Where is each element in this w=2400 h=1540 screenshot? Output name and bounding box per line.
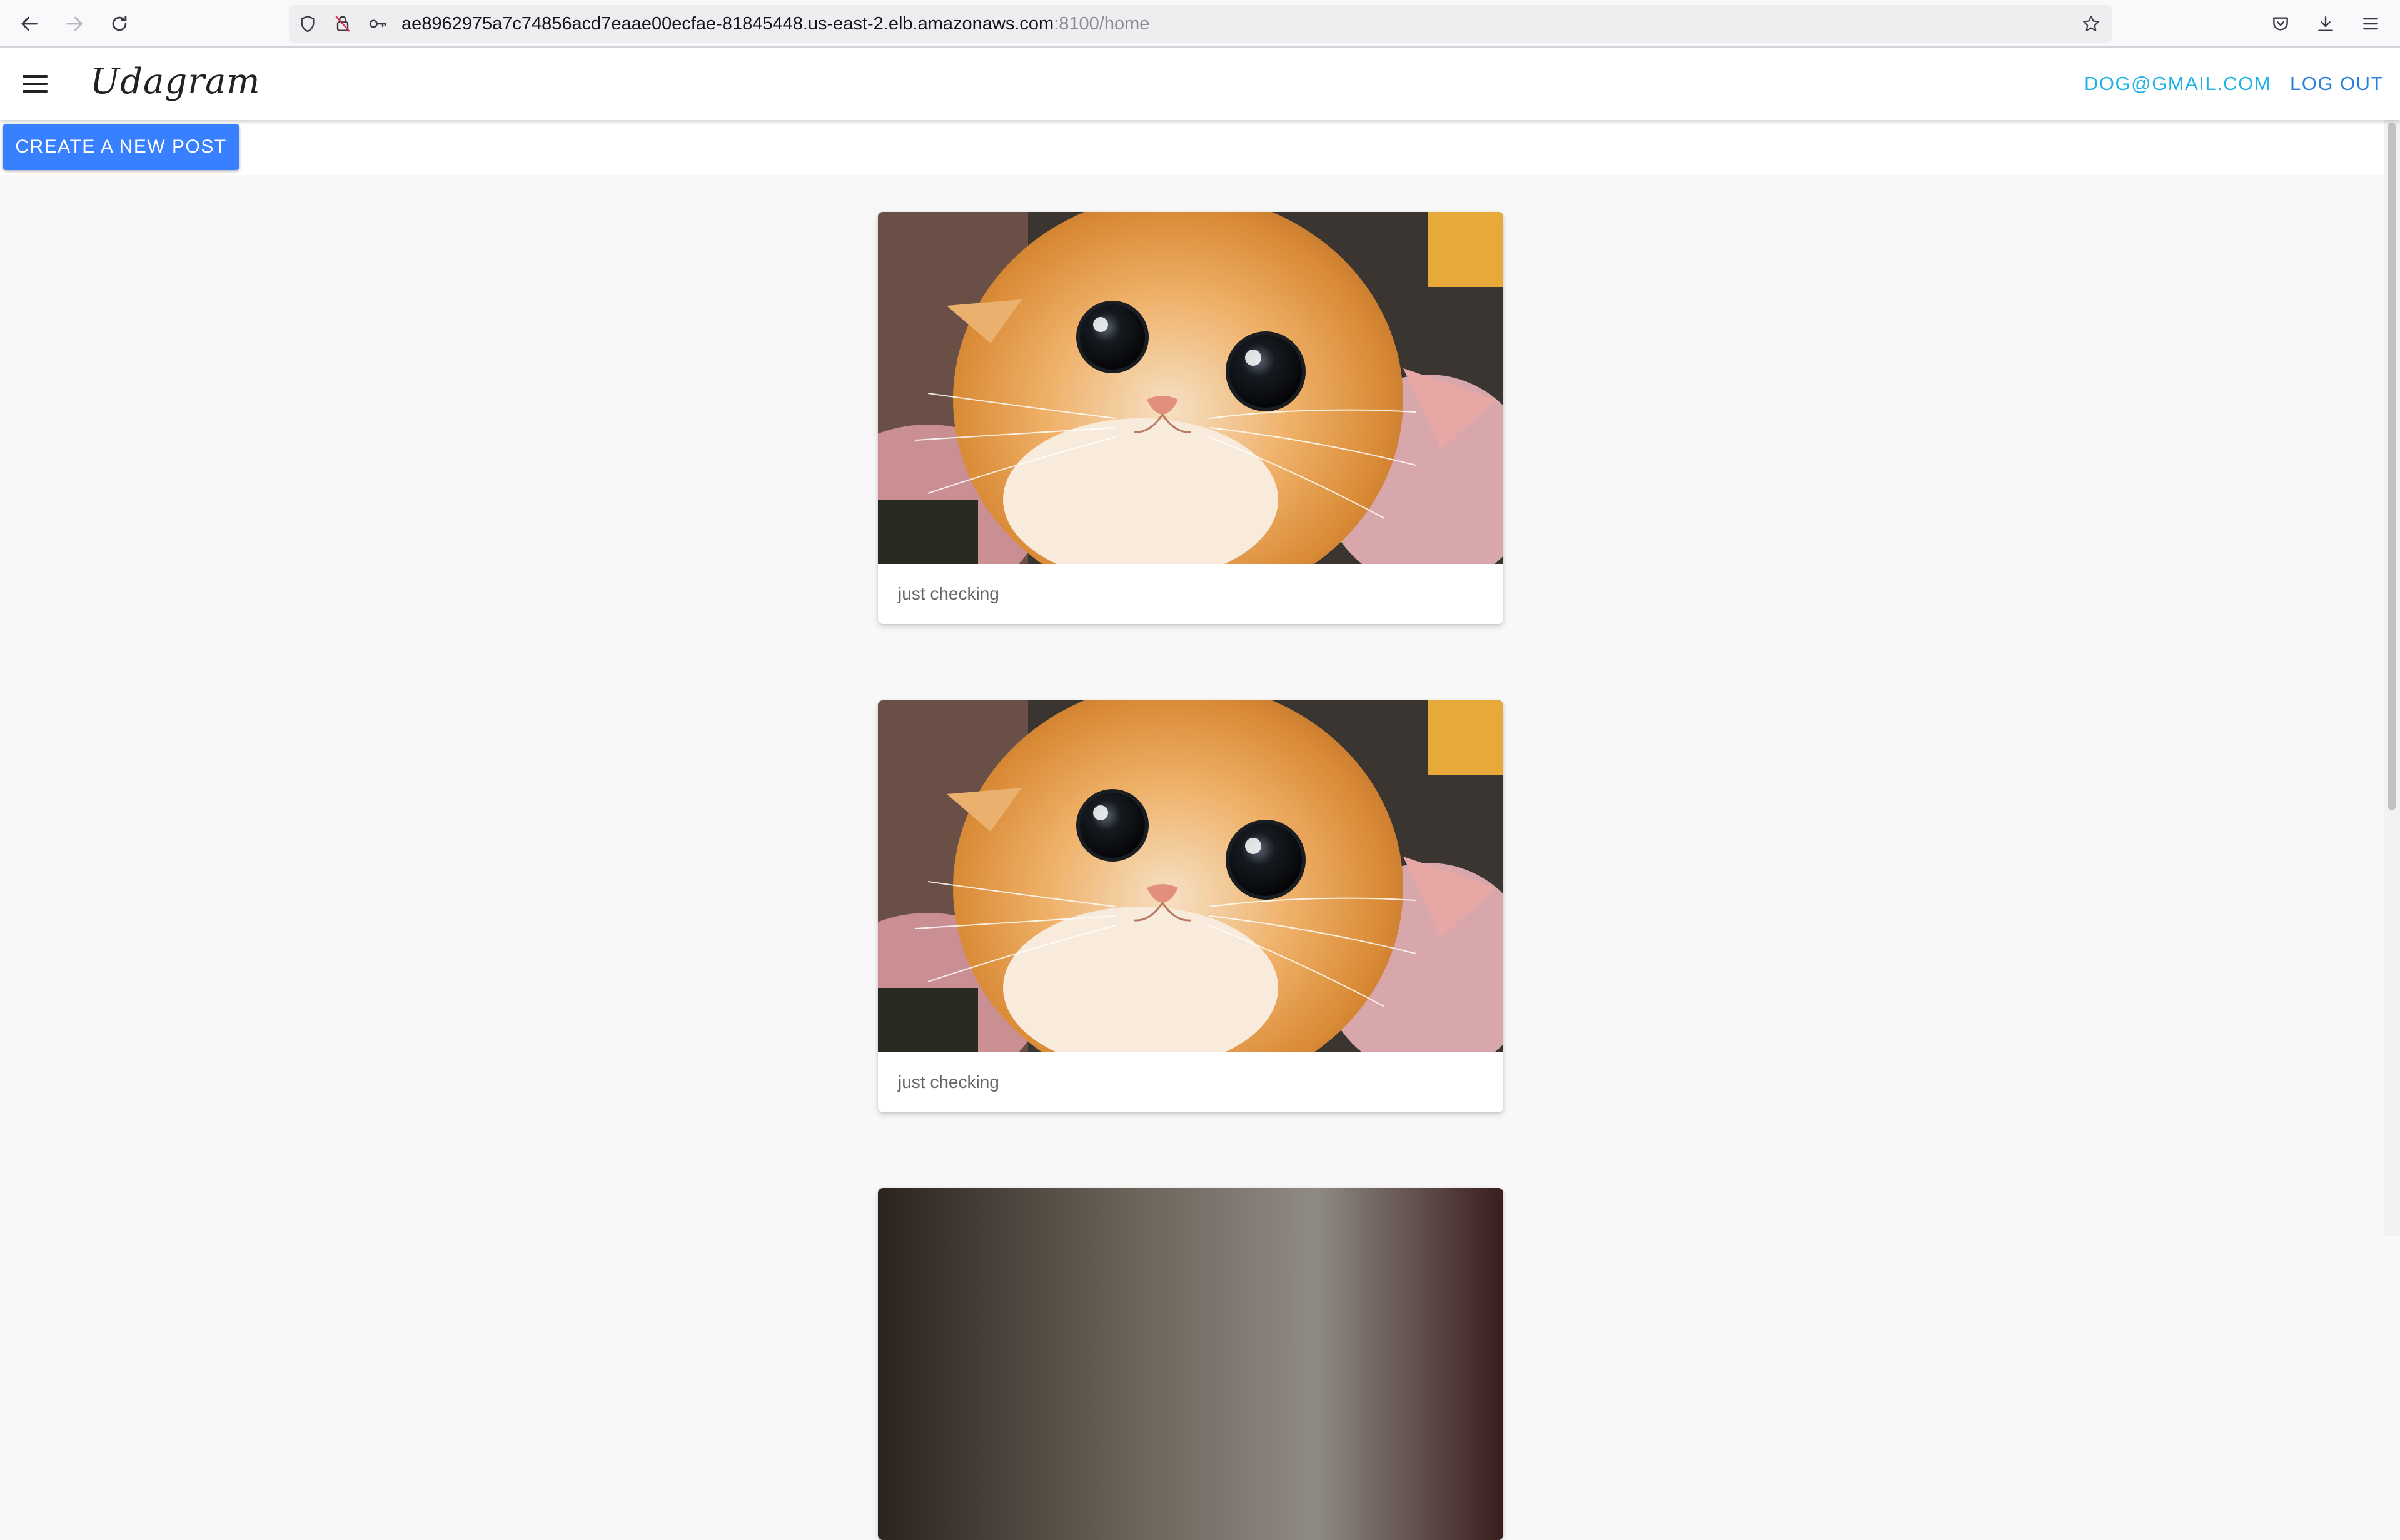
hamburger-icon: [2363, 18, 2378, 30]
scrollbar[interactable]: [2384, 120, 2400, 1236]
feed-card[interactable]: just checking: [878, 700, 1503, 1112]
browser-toolbar: ae8962975a7c74856acd7eaae00ecfae-8184544…: [0, 0, 2400, 48]
kitten-photo: [878, 212, 1503, 564]
feed-card[interactable]: just checking: [878, 212, 1503, 624]
download-icon: [2318, 16, 2333, 31]
kitten-photo: [878, 700, 1503, 1052]
arrow-right-icon: [66, 16, 83, 31]
logout-button[interactable]: LOG OUT: [2290, 73, 2384, 95]
app-header: Udagram DOG@GMAIL.COM LOG OUT: [0, 48, 2400, 120]
pocket-button[interactable]: [2265, 8, 2296, 39]
post-caption: just checking: [898, 584, 999, 603]
insecure-lock-icon[interactable]: [333, 14, 353, 34]
browser-menu-button[interactable]: [2355, 8, 2386, 39]
menu-icon: [23, 75, 48, 93]
downloads-button[interactable]: [2310, 8, 2341, 39]
menu-button[interactable]: [19, 69, 51, 99]
url-host: ae8962975a7c74856acd7eaae00ecfae-8184544…: [401, 14, 1054, 34]
post-image: [878, 1188, 1503, 1540]
reload-button[interactable]: [104, 8, 135, 39]
url-text[interactable]: ae8962975a7c74856acd7eaae00ecfae-8184544…: [401, 5, 1149, 43]
create-post-button[interactable]: CREATE A NEW POST: [3, 124, 239, 170]
post-image: [878, 700, 1503, 1052]
forward-button[interactable]: [59, 8, 90, 39]
reload-icon: [112, 16, 127, 31]
dark-photo: [878, 1188, 1503, 1540]
back-button[interactable]: [14, 8, 45, 39]
feed-card[interactable]: [878, 1188, 1503, 1540]
content-header: [0, 120, 2384, 175]
address-bar[interactable]: ae8962975a7c74856acd7eaae00ecfae-8184544…: [289, 5, 2112, 43]
shield-icon[interactable]: [298, 14, 318, 34]
post-caption: just checking: [898, 1072, 999, 1092]
pocket-icon: [2273, 17, 2288, 31]
user-email-link[interactable]: DOG@GMAIL.COM: [2084, 73, 2271, 95]
post-image: [878, 212, 1503, 564]
url-path: :8100/home: [1054, 14, 1150, 34]
app-logo[interactable]: Udagram: [90, 61, 261, 102]
arrow-left-icon: [21, 16, 38, 31]
scrollbar-thumb[interactable]: [2388, 123, 2396, 810]
bookmark-star-icon[interactable]: [2081, 14, 2101, 34]
key-icon[interactable]: [368, 14, 388, 34]
